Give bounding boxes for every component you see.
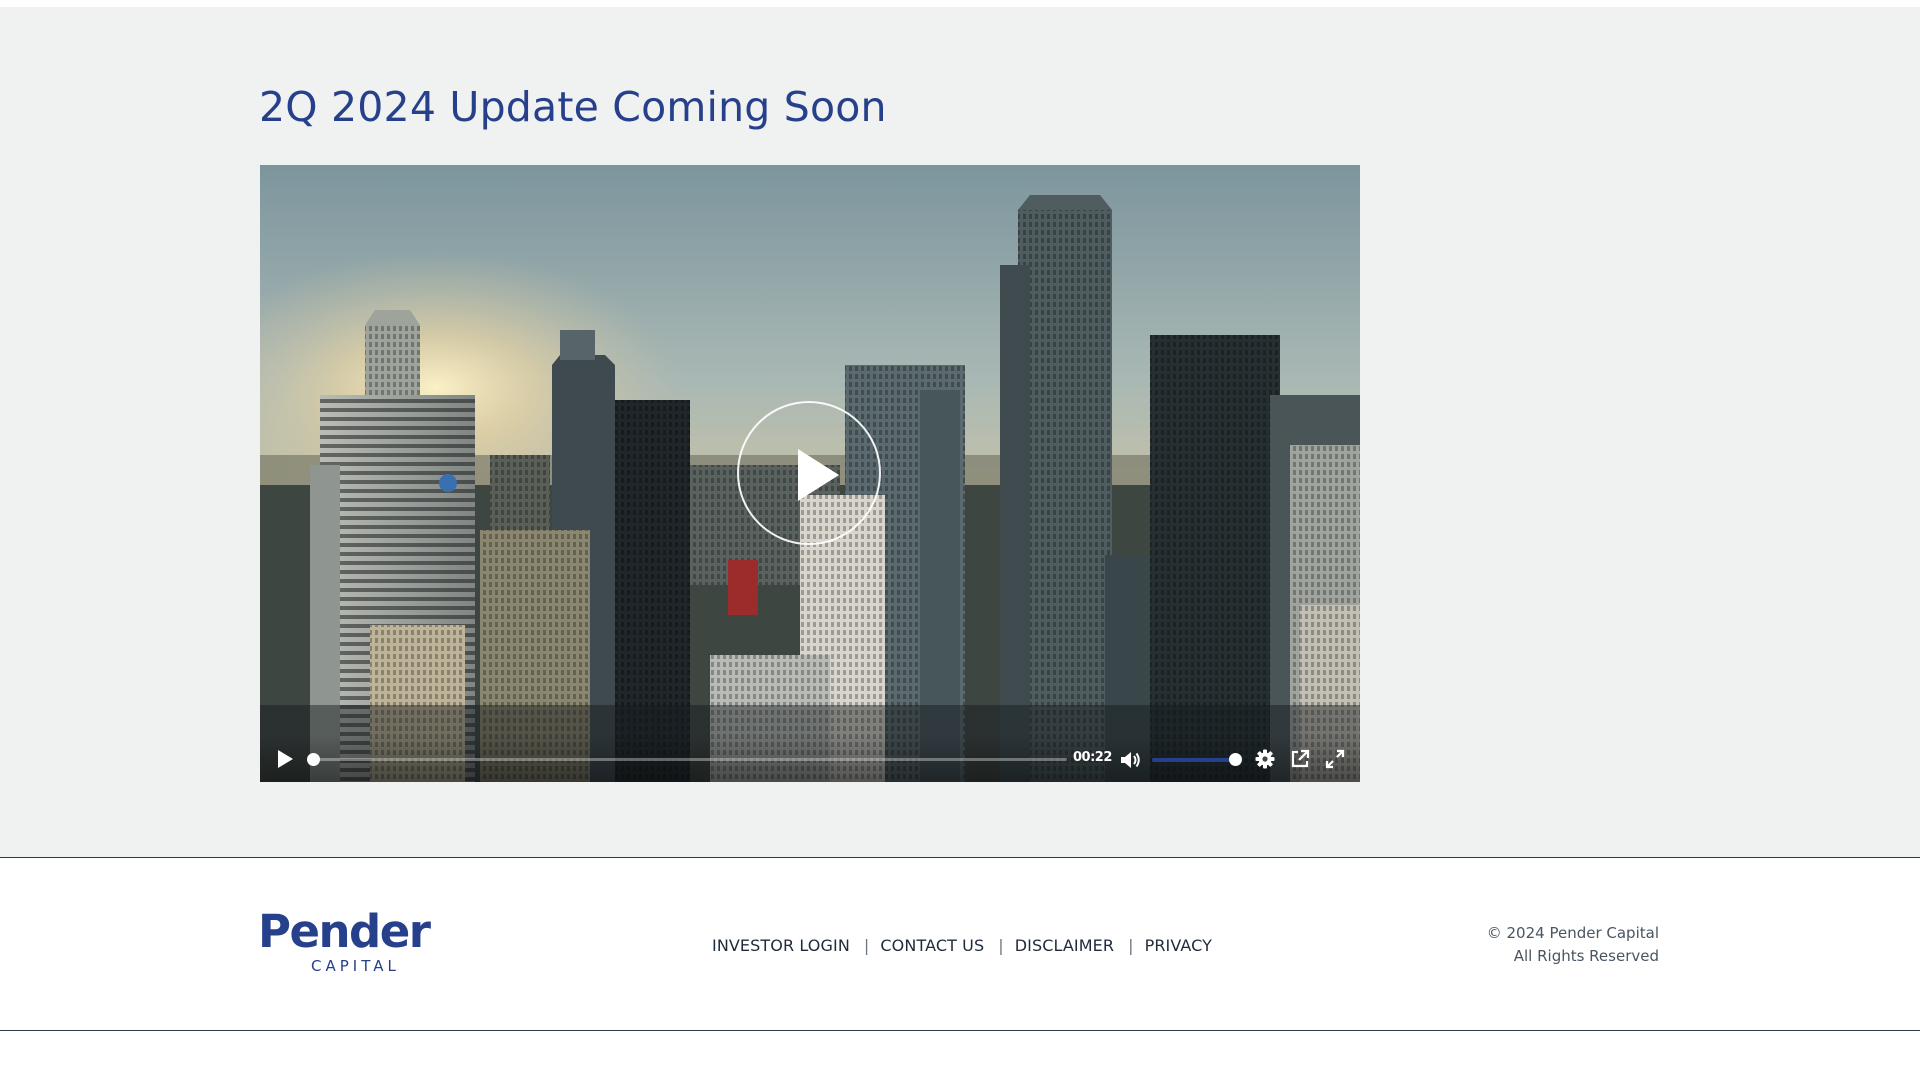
video-controls: 00:22 [260,735,1360,782]
play-icon [798,449,839,501]
play-icon [278,750,293,768]
copyright-line: © 2024 Pender Capital [1486,924,1659,942]
footer-link-disclaimer[interactable]: DISCLAIMER [1015,936,1114,955]
settings-button[interactable] [1255,749,1275,769]
logo-subtitle: CAPITAL [311,957,400,975]
copyright: © 2024 Pender Capital All Rights Reserve… [1487,922,1659,968]
popout-button[interactable] [1290,749,1310,769]
big-play-button[interactable] [737,401,881,545]
settings-icon [1255,749,1275,769]
nav-separator: | [1128,936,1134,955]
site-footer: Pender CAPITAL INVESTOR LOGIN | CONTACT US… [0,859,1920,1031]
footer-nav: INVESTOR LOGIN | CONTACT US | DISCLAIMER | PRI… [712,936,1212,955]
volume-handle[interactable] [1229,753,1242,766]
mute-button[interactable] [1120,750,1142,770]
pender-capital-logo[interactable]: Pender CAPITAL [258,909,431,979]
video-player[interactable]: 00:22 [260,165,1360,782]
volume-icon [1121,752,1140,768]
volume-slider[interactable] [1152,758,1236,762]
popout-icon [1291,749,1310,768]
seek-handle[interactable] [307,753,320,766]
page-title: 2Q 2024 Update Coming Soon [259,83,887,131]
rights-line: All Rights Reserved [1513,947,1659,965]
fullscreen-button[interactable] [1325,749,1345,769]
footer-link-investor-login[interactable]: INVESTOR LOGIN [712,936,850,955]
main-section: 2Q 2024 Update Coming Soon 00:22 [0,7,1920,858]
nav-separator: | [998,936,1004,955]
seek-bar[interactable] [312,758,1067,761]
logo-wordmark: Pender [258,905,431,958]
nav-separator: | [863,936,870,955]
footer-link-privacy[interactable]: PRIVACY [1145,936,1212,955]
top-strip [0,0,1920,7]
fullscreen-icon [1325,749,1345,769]
play-button[interactable] [276,749,294,769]
footer-link-contact-us[interactable]: CONTACT US [880,936,984,955]
current-time: 00:22 [1073,750,1112,765]
